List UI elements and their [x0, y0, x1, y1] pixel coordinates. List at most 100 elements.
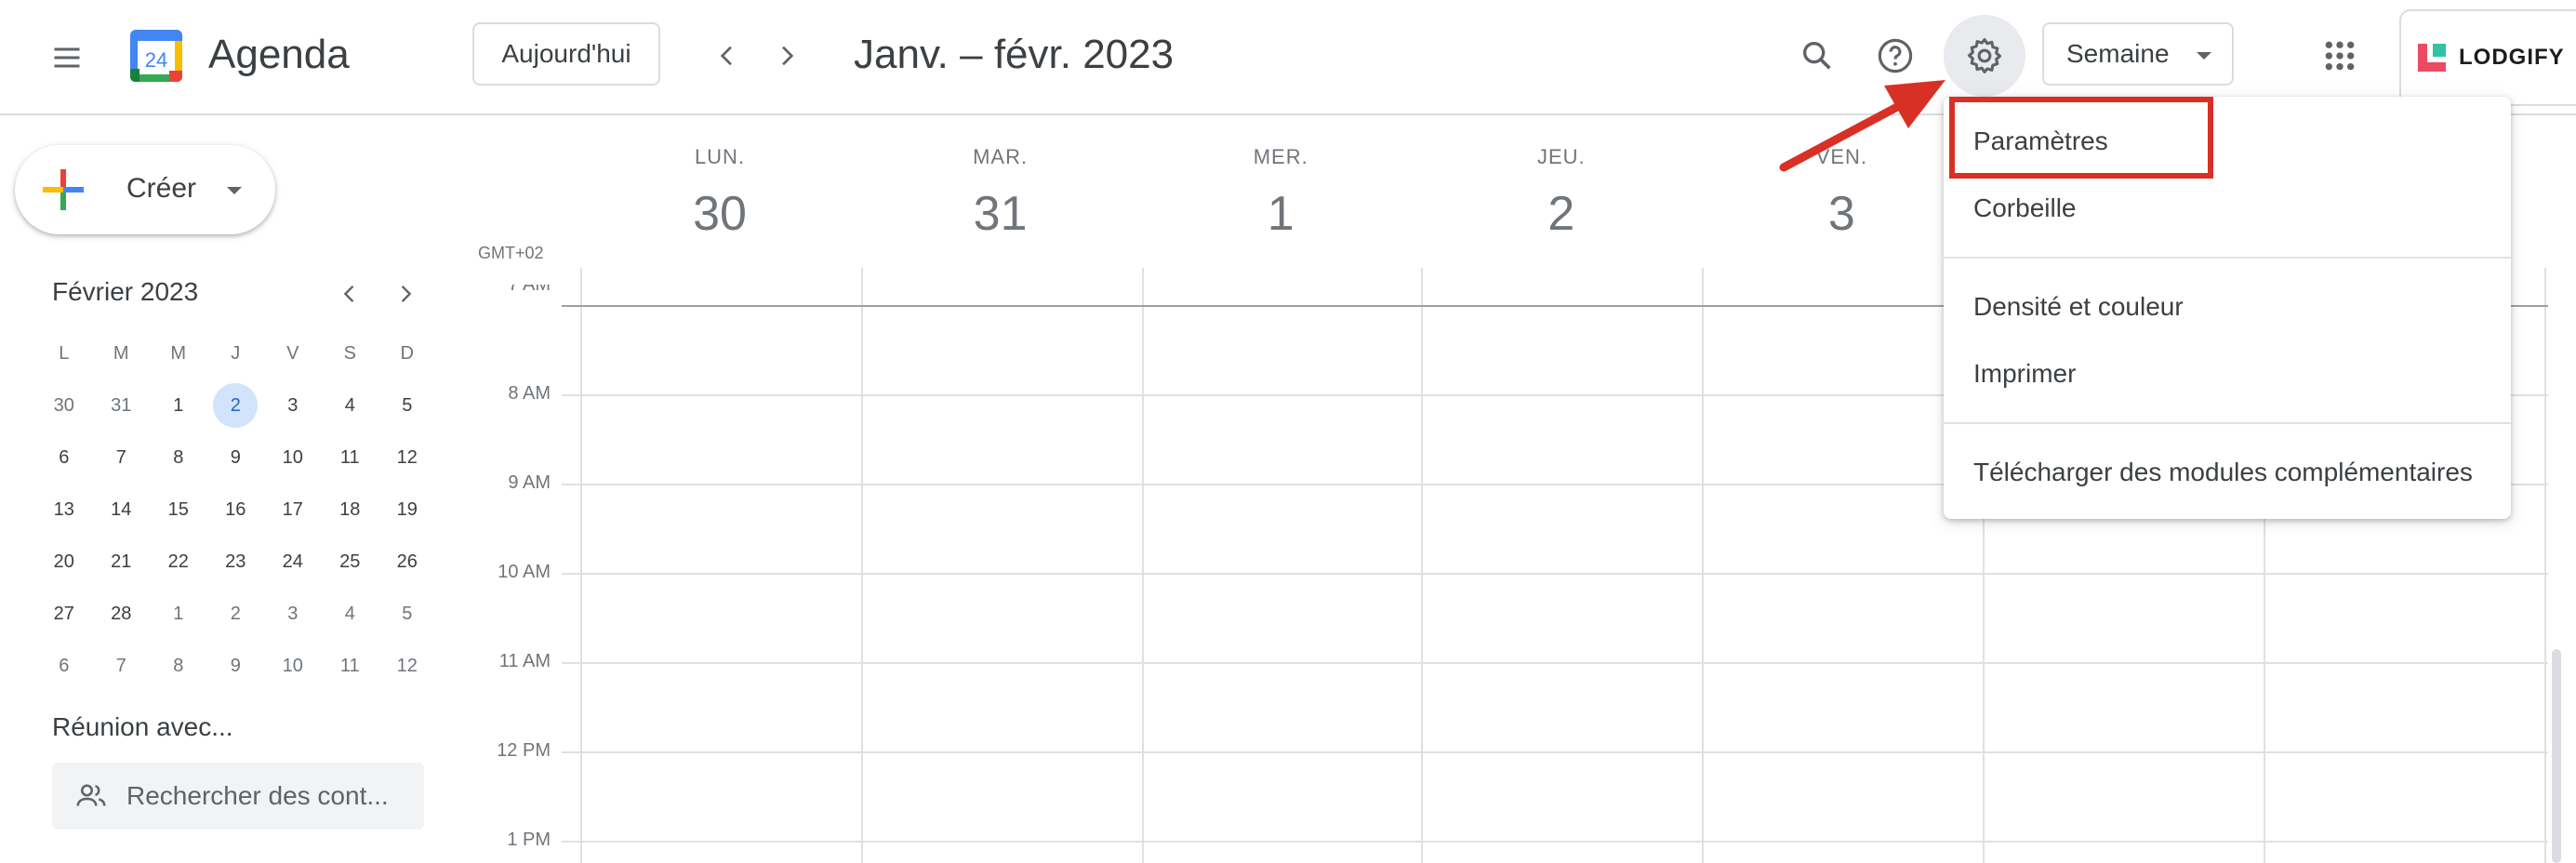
mini-calendar-day[interactable]: 13 — [35, 484, 93, 536]
day-column-divider — [580, 268, 582, 863]
menu-item-print[interactable]: Imprimer — [1944, 340, 2511, 407]
mini-calendar-day[interactable]: 14 — [93, 484, 151, 536]
mini-calendar-day-number: 16 — [225, 498, 246, 520]
mini-calendar-day-number: 9 — [230, 655, 241, 676]
mini-calendar-day[interactable]: 19 — [378, 484, 436, 536]
mini-calendar-day[interactable]: 4 — [322, 379, 379, 432]
mini-calendar-day[interactable]: 6 — [35, 432, 93, 484]
mini-calendar-day[interactable]: 18 — [322, 484, 379, 536]
mini-calendar-day[interactable]: 30 — [35, 379, 93, 432]
day-number[interactable]: 1 — [1141, 186, 1420, 242]
current-date-range: Janv. – févr. 2023 — [854, 32, 1175, 77]
mini-calendar-day[interactable]: 7 — [93, 432, 151, 484]
mini-calendar-next-button[interactable] — [387, 275, 424, 312]
caret-down-icon — [2197, 52, 2211, 60]
day-column-header[interactable]: JEU. 2 — [1422, 145, 1701, 242]
mini-calendar-day[interactable]: 2 — [207, 588, 265, 640]
day-number[interactable]: 31 — [861, 186, 1140, 242]
mini-calendar-day[interactable]: 26 — [378, 536, 436, 588]
mini-calendar-day[interactable]: 6 — [35, 640, 93, 692]
hour-label: 10 AM — [498, 562, 551, 582]
day-number[interactable]: 2 — [1422, 186, 1701, 242]
mini-calendar-day[interactable]: 3 — [264, 379, 322, 432]
caret-down-icon — [227, 187, 242, 194]
create-button[interactable]: Créer — [15, 145, 275, 234]
day-column-header[interactable]: VEN. 3 — [1702, 145, 1981, 242]
mini-calendar-day[interactable]: 23 — [207, 536, 265, 588]
help-button[interactable] — [1866, 26, 1925, 86]
hour-label: 1 PM — [507, 830, 551, 850]
day-column-header[interactable]: LUN. 30 — [580, 145, 859, 242]
mini-calendar-day[interactable]: 1 — [150, 379, 207, 432]
mini-calendar-day[interactable]: 24 — [264, 536, 322, 588]
menu-item-trash[interactable]: Corbeille — [1944, 175, 2511, 242]
mini-calendar-day[interactable]: 7 — [93, 640, 151, 692]
meet-with-title: Réunion avec... — [52, 712, 233, 741]
people-icon — [76, 784, 106, 806]
mini-calendar-day-number: 10 — [282, 655, 303, 676]
mini-calendar-day[interactable]: 10 — [264, 640, 322, 692]
contact-search-placeholder: Rechercher des cont... — [126, 781, 389, 810]
mini-calendar-day[interactable]: 17 — [264, 484, 322, 536]
mini-calendar-day[interactable]: 4 — [322, 588, 379, 640]
mini-calendar-day[interactable]: 3 — [264, 588, 322, 640]
mini-calendar-day[interactable]: 8 — [150, 432, 207, 484]
mini-calendar-day[interactable]: 12 — [378, 640, 436, 692]
hamburger-menu-icon — [54, 47, 80, 68]
mini-calendar-day[interactable]: 25 — [322, 536, 379, 588]
day-column-header[interactable]: MAR. 31 — [861, 145, 1140, 242]
hour-line — [562, 662, 2548, 664]
mini-calendar-day[interactable]: 28 — [93, 588, 151, 640]
mini-calendar-day[interactable]: 9 — [207, 640, 265, 692]
menu-item-get-addons[interactable]: Télécharger des modules complémentaires — [1944, 439, 2511, 506]
today-button[interactable]: Aujourd'hui — [472, 22, 660, 86]
day-column-header[interactable]: MER. 1 — [1141, 145, 1420, 242]
menu-item-density-color[interactable]: Densité et couleur — [1944, 273, 2511, 340]
mini-calendar-weekday: L — [59, 342, 70, 364]
settings-button[interactable] — [1944, 15, 2025, 97]
day-number[interactable]: 3 — [1702, 186, 1981, 242]
main-menu-button[interactable] — [37, 28, 97, 87]
mini-calendar-day-number: 22 — [167, 551, 189, 572]
google-apps-button[interactable] — [2310, 26, 2370, 86]
mini-calendar-day[interactable]: 5 — [378, 379, 436, 432]
view-selector[interactable]: Semaine — [2042, 22, 2234, 86]
account-brand-button[interactable]: LODGIFY — [2399, 9, 2576, 106]
mini-calendar-day-number: 19 — [396, 498, 418, 520]
search-button[interactable] — [1787, 26, 1847, 86]
previous-week-button[interactable] — [697, 26, 757, 86]
mini-calendar-day[interactable]: 11 — [322, 640, 379, 692]
mini-calendar-day-number: 3 — [287, 394, 299, 416]
mini-calendar-day[interactable]: 27 — [35, 588, 93, 640]
next-week-button[interactable] — [757, 26, 817, 86]
mini-calendar-day-number: 27 — [53, 603, 74, 624]
mini-calendar-day[interactable]: 15 — [150, 484, 207, 536]
view-selector-label: Semaine — [2066, 39, 2170, 68]
mini-calendar-day[interactable]: 9 — [207, 432, 265, 484]
mini-calendar-day[interactable]: 1 — [150, 588, 207, 640]
chevron-right-icon — [401, 285, 412, 302]
mini-calendar-day-number: 8 — [173, 446, 184, 468]
mini-calendar-weekday: M — [113, 342, 129, 364]
calendar-logo-icon[interactable]: 24 — [126, 26, 186, 86]
day-column-divider — [861, 268, 863, 863]
mini-calendar-day[interactable]: 11 — [322, 432, 379, 484]
mini-calendar-day[interactable]: 2 — [207, 379, 265, 432]
mini-calendar-day[interactable]: 16 — [207, 484, 265, 536]
mini-calendar-day[interactable]: 5 — [378, 588, 436, 640]
mini-calendar-previous-button[interactable] — [331, 275, 368, 312]
logo-day-number: 24 — [145, 48, 167, 72]
mini-calendar-day[interactable]: 22 — [150, 536, 207, 588]
mini-calendar-day[interactable]: 12 — [378, 432, 436, 484]
mini-calendar-day[interactable]: 8 — [150, 640, 207, 692]
mini-calendar-day-number: 6 — [59, 655, 70, 676]
contact-search-input[interactable]: Rechercher des cont... — [52, 763, 424, 830]
mini-calendar-day-number: 30 — [53, 394, 74, 416]
grid-scrollbar[interactable] — [2552, 649, 2561, 863]
mini-calendar-day[interactable]: 10 — [264, 432, 322, 484]
mini-calendar-day[interactable]: 21 — [93, 536, 151, 588]
mini-calendar-day[interactable]: 31 — [93, 379, 151, 432]
day-number[interactable]: 30 — [580, 186, 859, 242]
mini-calendar-day[interactable]: 20 — [35, 536, 93, 588]
hour-label: 12 PM — [497, 740, 551, 761]
